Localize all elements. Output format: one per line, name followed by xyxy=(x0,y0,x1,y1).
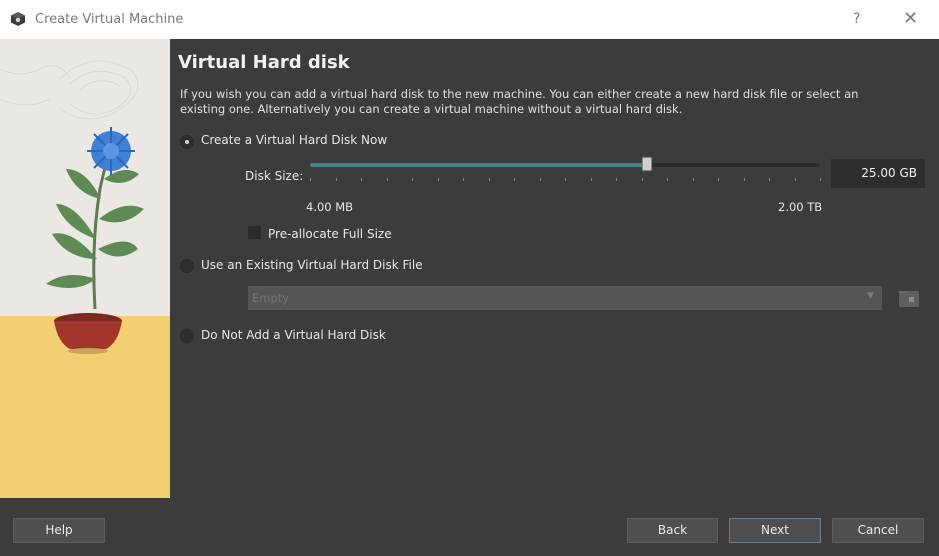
preallocate-checkbox[interactable] xyxy=(248,226,261,239)
slider-tick xyxy=(489,178,490,181)
title-bar: Create Virtual Machine ? ✕ xyxy=(0,0,939,39)
folder-icon[interactable] xyxy=(897,286,921,310)
slider-tick xyxy=(667,178,668,181)
create-now-label[interactable]: Create a Virtual Hard Disk Now xyxy=(201,133,387,147)
help-button[interactable]: Help xyxy=(13,518,105,543)
virtualbox-icon xyxy=(11,12,25,26)
slider-tick xyxy=(336,178,337,181)
slider-tick xyxy=(412,178,413,181)
slider-tick xyxy=(310,178,311,181)
use-existing-label[interactable]: Use an Existing Virtual Hard Disk File xyxy=(201,258,423,272)
slider-tick xyxy=(361,178,362,181)
wizard-page: Virtual Hard disk If you wish you can ad… xyxy=(170,39,939,498)
slider-tick xyxy=(387,178,388,181)
slider-tick xyxy=(591,178,592,181)
slider-tick xyxy=(565,178,566,181)
disk-size-slider[interactable] xyxy=(310,163,820,167)
slider-handle[interactable] xyxy=(642,157,652,171)
min-size-label: 4.00 MB xyxy=(306,200,354,214)
preallocate-label[interactable]: Pre-allocate Full Size xyxy=(268,227,392,241)
slider-tick xyxy=(744,178,745,181)
slider-tick xyxy=(642,178,643,181)
next-button[interactable]: Next xyxy=(729,518,821,543)
slider-tick xyxy=(769,178,770,181)
wizard-illustration xyxy=(0,39,170,498)
chevron-down-icon[interactable]: ▼ xyxy=(867,291,874,301)
disk-size-input[interactable]: 25.00 GB xyxy=(831,159,925,188)
back-button[interactable]: Back xyxy=(627,518,718,543)
slider-tick xyxy=(514,178,515,181)
slider-tick xyxy=(820,178,821,181)
slider-tick xyxy=(438,178,439,181)
slider-fill xyxy=(310,163,647,167)
page-description: If you wish you can add a virtual hard d… xyxy=(180,87,859,116)
slider-tick xyxy=(693,178,694,181)
window-title: Create Virtual Machine xyxy=(35,12,184,27)
combobox-value: Empty xyxy=(252,291,290,305)
max-size-label: 2.00 TB xyxy=(778,200,823,214)
page-title: Virtual Hard disk xyxy=(178,52,350,73)
disk-size-label: Disk Size: xyxy=(245,169,304,183)
no-disk-radio[interactable] xyxy=(180,329,194,343)
help-icon[interactable]: ? xyxy=(853,11,860,27)
slider-tick xyxy=(463,178,464,181)
slider-tick xyxy=(795,178,796,181)
slider-tick xyxy=(540,178,541,181)
use-existing-radio[interactable] xyxy=(180,259,194,273)
slider-tick xyxy=(718,178,719,181)
create-now-radio[interactable] xyxy=(180,135,194,149)
no-disk-label[interactable]: Do Not Add a Virtual Hard Disk xyxy=(201,328,386,342)
close-icon[interactable]: ✕ xyxy=(903,8,918,29)
cancel-button[interactable]: Cancel xyxy=(832,518,924,543)
existing-disk-combobox[interactable]: Empty ▼ xyxy=(248,286,882,310)
slider-tick xyxy=(616,178,617,181)
